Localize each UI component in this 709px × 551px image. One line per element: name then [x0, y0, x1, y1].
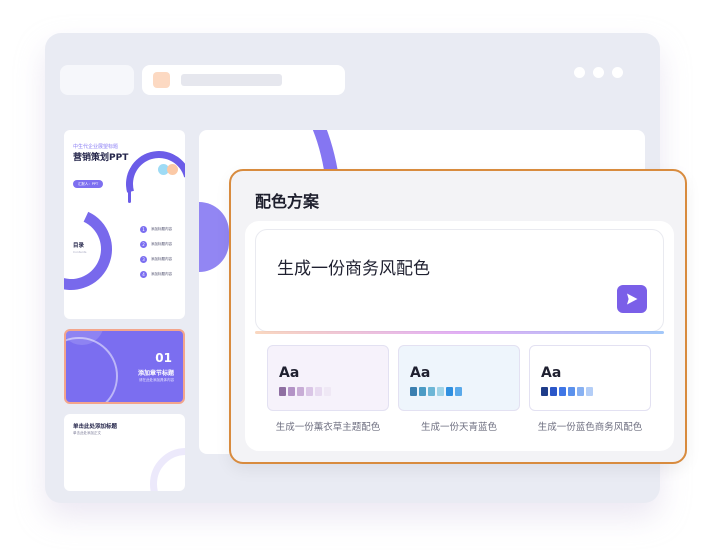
palette-swatches	[541, 387, 593, 396]
palette-card-sky-blue[interactable]: Aa	[398, 345, 520, 411]
section-heading: 添加章节标题	[137, 370, 174, 377]
catalog-item: 3 添加标题内容	[140, 252, 172, 267]
content-heading: 单击此处添加标题	[73, 424, 118, 430]
palette-list: Aa Aa Aa	[267, 345, 651, 411]
decor-arc	[64, 196, 124, 302]
catalog-item: 4 添加标题内容	[140, 267, 172, 282]
send-arrow-icon	[627, 293, 638, 305]
prompt-input[interactable]: 生成一份商务风配色	[255, 229, 664, 332]
catalog-item: 1 添加标题内容	[140, 222, 172, 237]
dialog-body: 生成一份商务风配色 Aa Aa Aa 生成一份薰衣草主题配色 生成一份天青蓝色 …	[245, 221, 674, 451]
palette-swatch	[437, 387, 444, 396]
palette-swatch	[288, 387, 295, 396]
palette-label[interactable]: 生成一份蓝色商务风配色	[529, 419, 651, 433]
palette-swatch	[586, 387, 593, 396]
palette-sample-text: Aa	[279, 365, 300, 381]
palette-swatch	[568, 387, 575, 396]
palette-swatch	[541, 387, 548, 396]
content-sub: 单击此处添加正文	[73, 431, 101, 435]
address-bar[interactable]	[142, 65, 345, 95]
palette-card-business-blue[interactable]: Aa	[529, 345, 651, 411]
slide-title: 营销策划PPT	[73, 153, 129, 163]
dot-icon	[612, 67, 623, 78]
palette-sample-text: Aa	[410, 365, 431, 381]
catalog-list: 1 添加标题内容 2 添加标题内容 3 添加标题内容 4 添加标题内容	[140, 222, 172, 282]
palette-swatch	[446, 387, 453, 396]
send-button[interactable]	[617, 285, 647, 313]
palette-swatch	[455, 387, 462, 396]
decor-line	[128, 181, 131, 203]
slide-thumbnail-content[interactable]: 单击此处添加标题 单击此处添加正文	[64, 414, 185, 491]
stage: 中生代企业展望标题 营销策划PPT 汇报人：PPT 目录 Contents 1添…	[0, 0, 709, 551]
palette-swatch	[559, 387, 566, 396]
palette-swatch	[410, 387, 417, 396]
color-scheme-dialog: 配色方案 生成一份商务风配色 Aa Aa Aa 生成一份薰衣草主题配色 生成一份…	[229, 169, 687, 464]
palette-card-lavender[interactable]: Aa	[267, 345, 389, 411]
section-number: 01	[155, 351, 172, 365]
address-placeholder	[181, 74, 282, 86]
palette-swatches	[279, 387, 331, 396]
palette-swatch	[306, 387, 313, 396]
window-menu[interactable]	[574, 67, 623, 78]
section-sub: 请在此处添加具体内容	[139, 378, 174, 382]
palette-swatch	[279, 387, 286, 396]
toolbar-placeholder[interactable]	[60, 65, 134, 95]
prompt-text: 生成一份商务风配色	[277, 259, 430, 279]
slide-thumbnail-cover[interactable]: 中生代企业展望标题 营销策划PPT 汇报人：PPT 目录 Contents 1添…	[64, 130, 185, 319]
palette-captions: 生成一份薰衣草主题配色 生成一份天青蓝色 生成一份蓝色商务风配色	[267, 419, 651, 433]
presenter-pill: 汇报人：PPT	[73, 180, 103, 188]
slide-thumbnail-section[interactable]: 01 添加章节标题 请在此处添加具体内容	[64, 329, 185, 404]
catalog-item: 2 添加标题内容	[140, 237, 172, 252]
catalog-title: 目录	[73, 243, 85, 249]
decor-arc	[150, 448, 185, 491]
palette-swatch	[428, 387, 435, 396]
dot-icon	[574, 67, 585, 78]
catalog-subtitle: Contents	[73, 250, 87, 254]
palette-swatch	[577, 387, 584, 396]
palette-swatch	[419, 387, 426, 396]
palette-swatch	[297, 387, 304, 396]
avatar-icon	[167, 164, 178, 175]
slide-kicker: 中生代企业展望标题	[73, 144, 119, 150]
palette-swatch	[315, 387, 322, 396]
dot-icon	[593, 67, 604, 78]
palette-swatch	[550, 387, 557, 396]
palette-swatches	[410, 387, 462, 396]
palette-label[interactable]: 生成一份薰衣草主题配色	[267, 419, 389, 433]
palette-label[interactable]: 生成一份天青蓝色	[398, 419, 520, 433]
dialog-title: 配色方案	[255, 192, 320, 211]
decor-circle	[66, 337, 118, 402]
input-glow	[255, 331, 664, 334]
palette-swatch	[324, 387, 331, 396]
favicon-icon	[153, 72, 170, 88]
palette-sample-text: Aa	[541, 365, 562, 381]
